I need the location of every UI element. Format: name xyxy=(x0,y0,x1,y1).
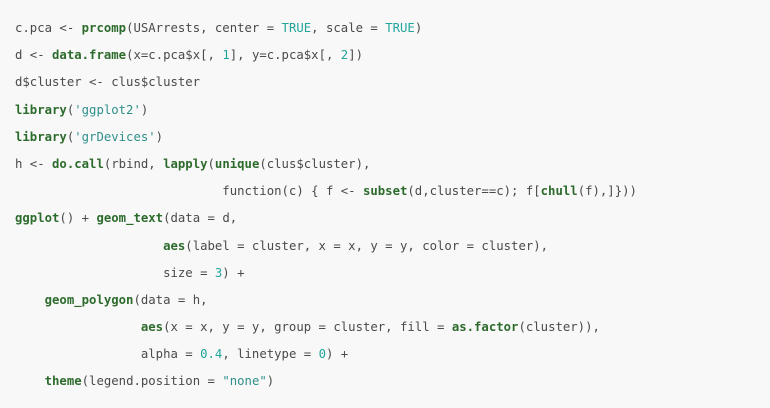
code-text-token: (clus$cluster), xyxy=(259,156,371,171)
code-text-token: ], y=c.pca$x[, xyxy=(229,48,341,63)
code-text-token: (f),]})) xyxy=(577,184,637,199)
code-text-token: (d,cluster==c); f[ xyxy=(407,184,541,199)
code-line: geom_polygon(data = h, xyxy=(15,287,770,314)
code-line: library('grDevices') xyxy=(15,124,770,151)
code-string-token: "none" xyxy=(222,374,267,389)
code-function-token: geom_polygon xyxy=(44,292,134,307)
code-function-token: do.call xyxy=(52,156,104,171)
code-text-token: d$cluster <- clus$cluster xyxy=(15,75,201,90)
code-text-token: size = xyxy=(15,265,215,280)
code-function-token: aes xyxy=(140,320,164,335)
code-text-token: d <- xyxy=(15,48,53,63)
code-text-token: ) + xyxy=(325,347,349,362)
code-text-token: ) xyxy=(266,374,275,389)
code-function-token: theme xyxy=(44,374,82,389)
code-text-token: (label = cluster, x = x, y = y, color = … xyxy=(185,238,549,253)
code-text-token: (rbind, xyxy=(103,156,164,171)
code-line: aes(label = cluster, x = x, y = y, color… xyxy=(15,233,770,260)
code-string-token: 'ggplot2' xyxy=(74,102,141,117)
code-text-token: ) xyxy=(155,129,164,144)
code-number-token: 1 xyxy=(222,48,230,63)
code-block: c.pca <- prcomp(USArrests, center = TRUE… xyxy=(0,0,770,408)
code-line: theme(legend.position = "none") xyxy=(15,368,770,395)
code-text-token: ) xyxy=(140,102,149,117)
code-function-token: lapply xyxy=(163,156,208,171)
code-function-token: prcomp xyxy=(81,21,127,35)
code-text-token: ( xyxy=(207,156,215,171)
code-text-token: , linetype = xyxy=(222,347,319,362)
code-function-token: library xyxy=(15,102,67,117)
code-text-token: (data = h, xyxy=(133,292,208,307)
code-line: alpha = 0.4, linetype = 0) + xyxy=(15,341,770,368)
code-line: d$cluster <- clus$cluster xyxy=(15,69,770,96)
code-string-token: 'grDevices' xyxy=(74,129,156,144)
code-text-token: , scale = xyxy=(311,21,386,35)
code-text-token: (x = x, y = y, group = cluster, fill = xyxy=(163,320,452,335)
code-text-token: function(c) { f <- xyxy=(15,184,363,199)
code-text-token: alpha = xyxy=(15,347,201,362)
code-line: c.pca <- prcomp(USArrests, center = TRUE… xyxy=(15,15,770,42)
code-line: h <- do.call(rbind, lapply(unique(clus$c… xyxy=(15,151,770,178)
code-number-token: 0 xyxy=(318,347,326,362)
code-function-token: data.frame xyxy=(52,48,127,63)
code-function-token: aes xyxy=(163,238,186,253)
code-line: d <- data.frame(x=c.pca$x[, 1], y=c.pca$… xyxy=(15,42,770,69)
code-line: function(c) { f <- subset(d,cluster==c);… xyxy=(15,178,770,205)
code-text-token: (USArrests, center = xyxy=(126,21,282,35)
code-function-token: unique xyxy=(214,156,260,171)
code-text-token: (x=c.pca$x[, xyxy=(126,48,223,63)
code-keyword-token: TRUE xyxy=(281,21,312,35)
code-text-token: c.pca <- xyxy=(15,21,82,35)
code-function-token: chull xyxy=(540,184,578,199)
code-text-token: (cluster)), xyxy=(518,320,600,335)
code-function-token: geom_text xyxy=(96,211,164,226)
code-line: library('ggplot2') xyxy=(15,97,770,124)
code-function-token: as.factor xyxy=(451,320,519,335)
code-text-token: (data = d, xyxy=(163,211,238,226)
code-line: size = 3) + xyxy=(15,260,770,287)
code-function-token: ggplot xyxy=(15,211,60,226)
code-function-token: library xyxy=(15,129,67,144)
code-line: aes(x = x, y = y, group = cluster, fill … xyxy=(15,314,770,341)
code-text-token: ) xyxy=(414,21,423,35)
code-text-token: ]) xyxy=(348,48,364,63)
code-function-token: subset xyxy=(362,184,408,199)
code-text-token: (legend.position = xyxy=(81,374,223,389)
code-text-token: () + xyxy=(59,211,97,226)
code-line: ggplot() + geom_text(data = d, xyxy=(15,205,770,232)
code-number-token: 0.4 xyxy=(200,347,223,362)
code-text-token: ) + xyxy=(222,265,245,280)
code-text-token: h <- xyxy=(15,156,53,171)
code-keyword-token: TRUE xyxy=(385,21,415,35)
